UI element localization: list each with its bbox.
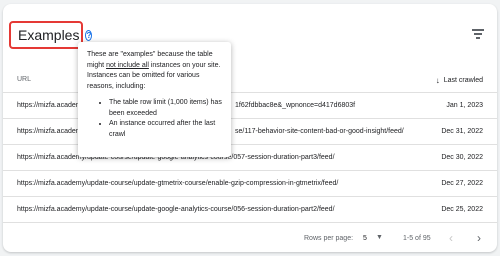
row-date: Dec 27, 2022 [441,180,483,187]
row-url-tail: 1f62fdbbac8e&_wpnonce=d417d6803f [235,102,356,109]
table-row[interactable]: https://mizfa.academy/update-course/upda… [3,197,497,223]
examples-help-tooltip: These are "examples" because the table m… [78,42,231,157]
sort-arrow-down-icon: ↓ [435,76,440,85]
row-url: https://mizfa.academy/update-course/upda… [17,206,335,213]
tooltip-reason-item: An instance occurred after the last craw… [109,119,222,140]
row-date: Jan 1, 2023 [446,102,483,109]
page-title: Examples [18,27,80,43]
row-date: Dec 30, 2022 [441,154,483,161]
row-url-tail: se/117-behavior-site-content-bad-or-good… [235,128,404,135]
pagination-range: 1-5 of 95 [403,235,431,242]
tooltip-line: reasons, including: [87,82,146,90]
column-header-last-crawled[interactable]: ↓ Last crawled [436,76,483,85]
chevron-right-icon[interactable]: › [477,231,481,245]
dropdown-arrow-icon[interactable]: ▼ [376,234,383,241]
tooltip-line: Instances can be omitted for various [87,72,200,79]
tooltip-reasons-list: The table row limit (1,000 items) has be… [87,98,222,140]
row-date: Dec 31, 2022 [441,128,483,135]
row-date: Dec 25, 2022 [441,206,483,213]
pagination-footer: Rows per page: 5 ▼ 1-5 of 95 ‹ › [3,226,497,252]
filter-icon[interactable] [471,28,485,40]
table-row[interactable]: https://mizfa.academy/update-course/upda… [3,171,497,197]
row-url: https://mizfa.academ [17,128,82,135]
column-header-url: URL [17,76,32,83]
examples-title-highlight: Examples ? [9,21,93,49]
rows-per-page-select[interactable]: 5 [363,235,367,242]
column-header-last-crawled-label: Last crawled [443,77,483,84]
tooltip-reason-item: The table row limit (1,000 items) has be… [109,98,222,119]
help-icon[interactable]: ? [85,29,93,41]
row-url: https://mizfa.academy/update-course/upda… [17,180,339,187]
row-url: https://mizfa.academ [17,102,82,109]
rows-per-page-label: Rows per page: [304,235,354,242]
tooltip-line: might not include all instances on your … [87,61,221,69]
tooltip-underlined-text: not include all [106,61,149,69]
tooltip-line: These are "examples" because the table [87,51,213,58]
chevron-left-icon[interactable]: ‹ [449,231,453,245]
